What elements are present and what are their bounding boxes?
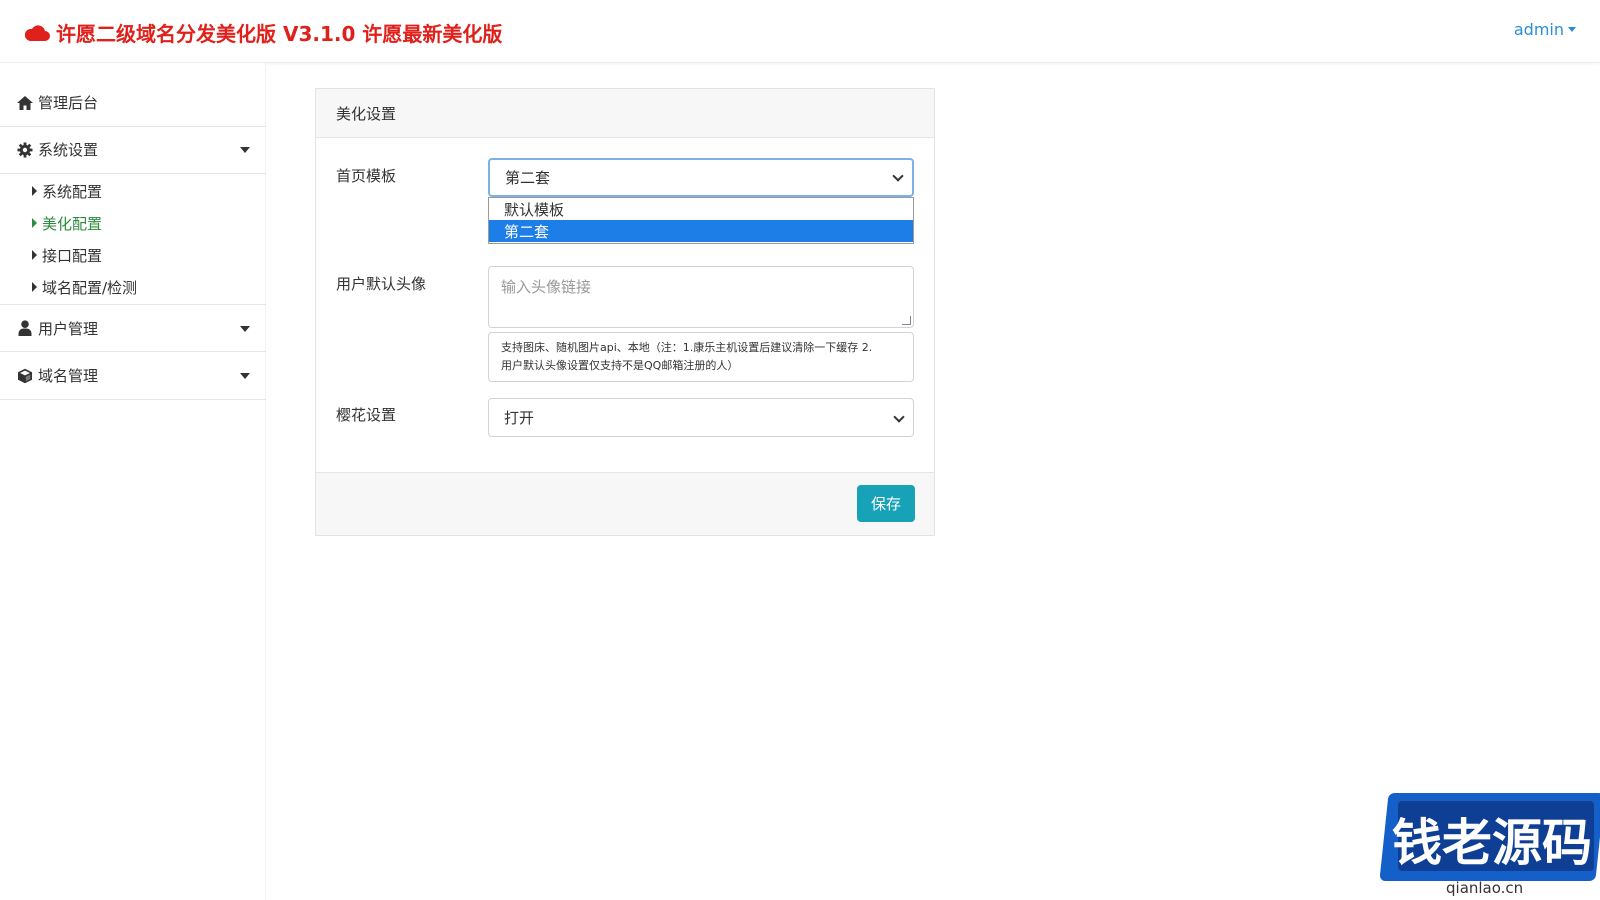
sidebar: 管理后台 系统设置 系统配置 美化配置 接口配置 域名配置/检测 用户管理 域名… <box>0 63 266 900</box>
sidebar-item-system-settings[interactable]: 系统设置 <box>0 126 266 174</box>
card-footer: 保存 <box>316 472 934 535</box>
caret-right-icon <box>32 250 37 260</box>
chevron-down-icon <box>893 411 905 423</box>
sidebar-subitem-domain-config[interactable]: 域名配置/检测 <box>32 275 137 299</box>
top-navbar: 许愿二级域名分发美化版 V3.1.0 许愿最新美化版 admin <box>0 0 1600 63</box>
sidebar-subitem-label: 域名配置/检测 <box>42 278 138 297</box>
select-value: 第二套 <box>505 169 551 187</box>
beautify-settings-card: 美化设置 首页模板 第二套 默认模板 第二套 用户默认头像 输入头像链接 支持图… <box>315 88 935 536</box>
user-icon <box>16 319 34 337</box>
sakura-setting-label: 樱花设置 <box>336 406 397 424</box>
site-title: 许愿二级域名分发美化版 V3.1.0 许愿最新美化版 <box>56 21 503 46</box>
caret-down-icon <box>1568 27 1576 32</box>
default-avatar-label: 用户默认头像 <box>336 275 427 293</box>
caret-right-icon <box>32 186 37 196</box>
avatar-help-text: 支持图床、随机图片api、本地（注：1.康乐主机设置后建议清除一下缓存 2. 用… <box>488 332 914 382</box>
sakura-setting-select[interactable]: 打开 <box>488 398 914 437</box>
sidebar-subitem-label: 接口配置 <box>42 246 103 265</box>
watermark-logo: 钱老源码 qianlao.cn <box>1376 793 1600 900</box>
sidebar-subitem-api-config[interactable]: 接口配置 <box>32 243 102 267</box>
sidebar-item-label: 管理后台 <box>38 94 99 112</box>
save-button[interactable]: 保存 <box>857 485 915 522</box>
caret-right-icon <box>32 218 37 228</box>
homepage-template-dropdown: 默认模板 第二套 <box>488 197 914 244</box>
option-default-template[interactable]: 默认模板 <box>489 198 913 220</box>
sidebar-subitem-system-config[interactable]: 系统配置 <box>32 179 102 203</box>
sidebar-item-dashboard[interactable]: 管理后台 <box>0 79 266 127</box>
watermark-url: qianlao.cn <box>1446 879 1524 897</box>
avatar-url-placeholder: 输入头像链接 <box>501 278 592 296</box>
homepage-template-select[interactable]: 第二套 <box>488 158 914 197</box>
sidebar-item-domain-management[interactable]: 域名管理 <box>0 352 266 400</box>
sidebar-item-label: 用户管理 <box>38 319 99 338</box>
card-header: 美化设置 <box>316 89 934 138</box>
cube-icon <box>16 367 34 385</box>
caret-down-icon <box>240 373 250 379</box>
gear-icon <box>16 141 34 159</box>
caret-right-icon <box>32 282 37 292</box>
sidebar-subitem-label: 系统配置 <box>42 182 103 201</box>
cloud-icon <box>24 25 50 41</box>
username: admin <box>1513 20 1564 39</box>
sidebar-item-user-management[interactable]: 用户管理 <box>0 304 266 352</box>
user-menu[interactable]: admin <box>1514 20 1576 39</box>
help-line: 支持图床、随机图片api、本地（注：1.康乐主机设置后建议清除一下缓存 2. <box>501 341 873 354</box>
card-title: 美化设置 <box>336 104 397 123</box>
option-second-set[interactable]: 第二套 <box>489 220 913 242</box>
sidebar-subitem-beautify-config[interactable]: 美化配置 <box>32 211 102 235</box>
watermark-text: 钱老源码 <box>1392 814 1592 872</box>
resize-grip-icon[interactable] <box>902 316 911 325</box>
home-icon <box>16 94 34 112</box>
select-value: 打开 <box>504 409 535 427</box>
help-line: 用户默认头像设置仅支持不是QQ邮箱注册的人） <box>501 359 739 372</box>
caret-down-icon <box>240 147 250 153</box>
sidebar-item-label: 系统设置 <box>38 141 99 159</box>
caret-down-icon <box>240 326 250 332</box>
sidebar-item-label: 域名管理 <box>38 367 99 385</box>
chevron-down-icon <box>892 170 904 182</box>
sidebar-subitem-label: 美化配置 <box>42 214 103 233</box>
avatar-url-input[interactable]: 输入头像链接 <box>488 266 914 328</box>
homepage-template-label: 首页模板 <box>336 167 397 185</box>
brand[interactable]: 许愿二级域名分发美化版 V3.1.0 许愿最新美化版 <box>24 18 502 46</box>
